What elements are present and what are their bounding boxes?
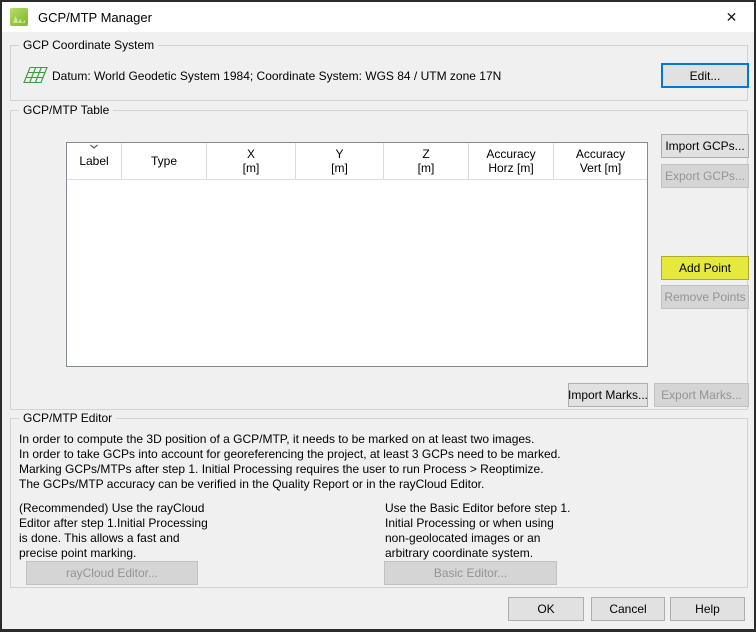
coordinate-system-group: GCP Coordinate System Datum: World Geode…	[10, 38, 749, 101]
column-header-x[interactable]: X [m]	[207, 143, 296, 180]
column-label: Y [m]	[331, 147, 348, 175]
gcp-editor-group: GCP/MTP Editor In order to compute the 3…	[10, 411, 748, 588]
gcp-mtp-manager-dialog: GCP/MTP Manager ✕ GCP Coordinate System …	[0, 0, 756, 632]
column-label: Accuracy Vert [m]	[575, 147, 626, 175]
import-marks-button[interactable]: Import Marks...	[568, 383, 648, 407]
add-point-button[interactable]: Add Point	[661, 256, 749, 280]
table-header: Label Type X [m] Y [m] Z [m] Accuracy Ho…	[67, 143, 647, 180]
titlebar[interactable]: GCP/MTP Manager ✕	[2, 2, 754, 32]
close-icon: ✕	[725, 8, 738, 25]
basic-editor-note: Use the Basic Editor before step 1. Init…	[385, 501, 571, 560]
editor-note-line: The GCPs/MTP accuracy can be verified in…	[19, 477, 485, 491]
column-header-accuracy-horz[interactable]: Accuracy Horz [m]	[469, 143, 554, 180]
gcp-editor-group-label: GCP/MTP Editor	[19, 411, 117, 426]
column-label: Type	[150, 154, 177, 168]
app-logo-icon	[10, 8, 28, 26]
editor-note-line: Marking GCPs/MTPs after step 1. Initial …	[19, 462, 544, 476]
sort-chevron-icon	[90, 144, 99, 149]
ok-button[interactable]: OK	[508, 597, 584, 621]
column-header-type[interactable]: Type	[122, 143, 207, 180]
datum-text: Datum: World Geodetic System 1984; Coord…	[52, 69, 502, 83]
gcp-table-group-label: GCP/MTP Table	[19, 103, 114, 118]
remove-points-button: Remove Points	[661, 285, 749, 309]
help-button[interactable]: Help	[670, 597, 745, 621]
coordinate-grid-icon	[23, 66, 48, 84]
export-marks-button: Export Marks...	[654, 383, 749, 407]
editor-description: In order to compute the 3D position of a…	[19, 432, 561, 492]
gcp-table: Label Type X [m] Y [m] Z [m] Accuracy Ho…	[66, 142, 648, 367]
import-gcps-button[interactable]: Import GCPs...	[661, 134, 749, 158]
column-label: X [m]	[242, 147, 260, 175]
basic-editor-button: Basic Editor...	[384, 561, 557, 585]
coordinate-system-group-label: GCP Coordinate System	[19, 38, 159, 53]
column-label: Accuracy Horz [m]	[486, 147, 536, 175]
column-header-accuracy-vert[interactable]: Accuracy Vert [m]	[554, 143, 647, 180]
cancel-button[interactable]: Cancel	[591, 597, 665, 621]
table-body-empty[interactable]	[67, 180, 647, 366]
window-title: GCP/MTP Manager	[38, 9, 152, 25]
raycloud-editor-note: (Recommended) Use the rayCloud Editor af…	[19, 501, 208, 560]
export-gcps-button: Export GCPs...	[661, 164, 749, 188]
gcp-table-group: GCP/MTP Table Label Type X [m] Y [m] Z […	[10, 103, 749, 410]
column-header-label[interactable]: Label	[67, 143, 122, 180]
close-button[interactable]: ✕	[709, 2, 754, 32]
column-label: Z [m]	[417, 147, 435, 175]
column-header-y[interactable]: Y [m]	[296, 143, 384, 180]
raycloud-editor-button: rayCloud Editor...	[26, 561, 198, 585]
editor-note-line: In order to compute the 3D position of a…	[19, 432, 535, 446]
editor-note-line: In order to take GCPs into account for g…	[19, 447, 561, 461]
column-header-z[interactable]: Z [m]	[384, 143, 469, 180]
edit-button[interactable]: Edit...	[661, 63, 749, 88]
column-label: Label	[79, 154, 109, 168]
